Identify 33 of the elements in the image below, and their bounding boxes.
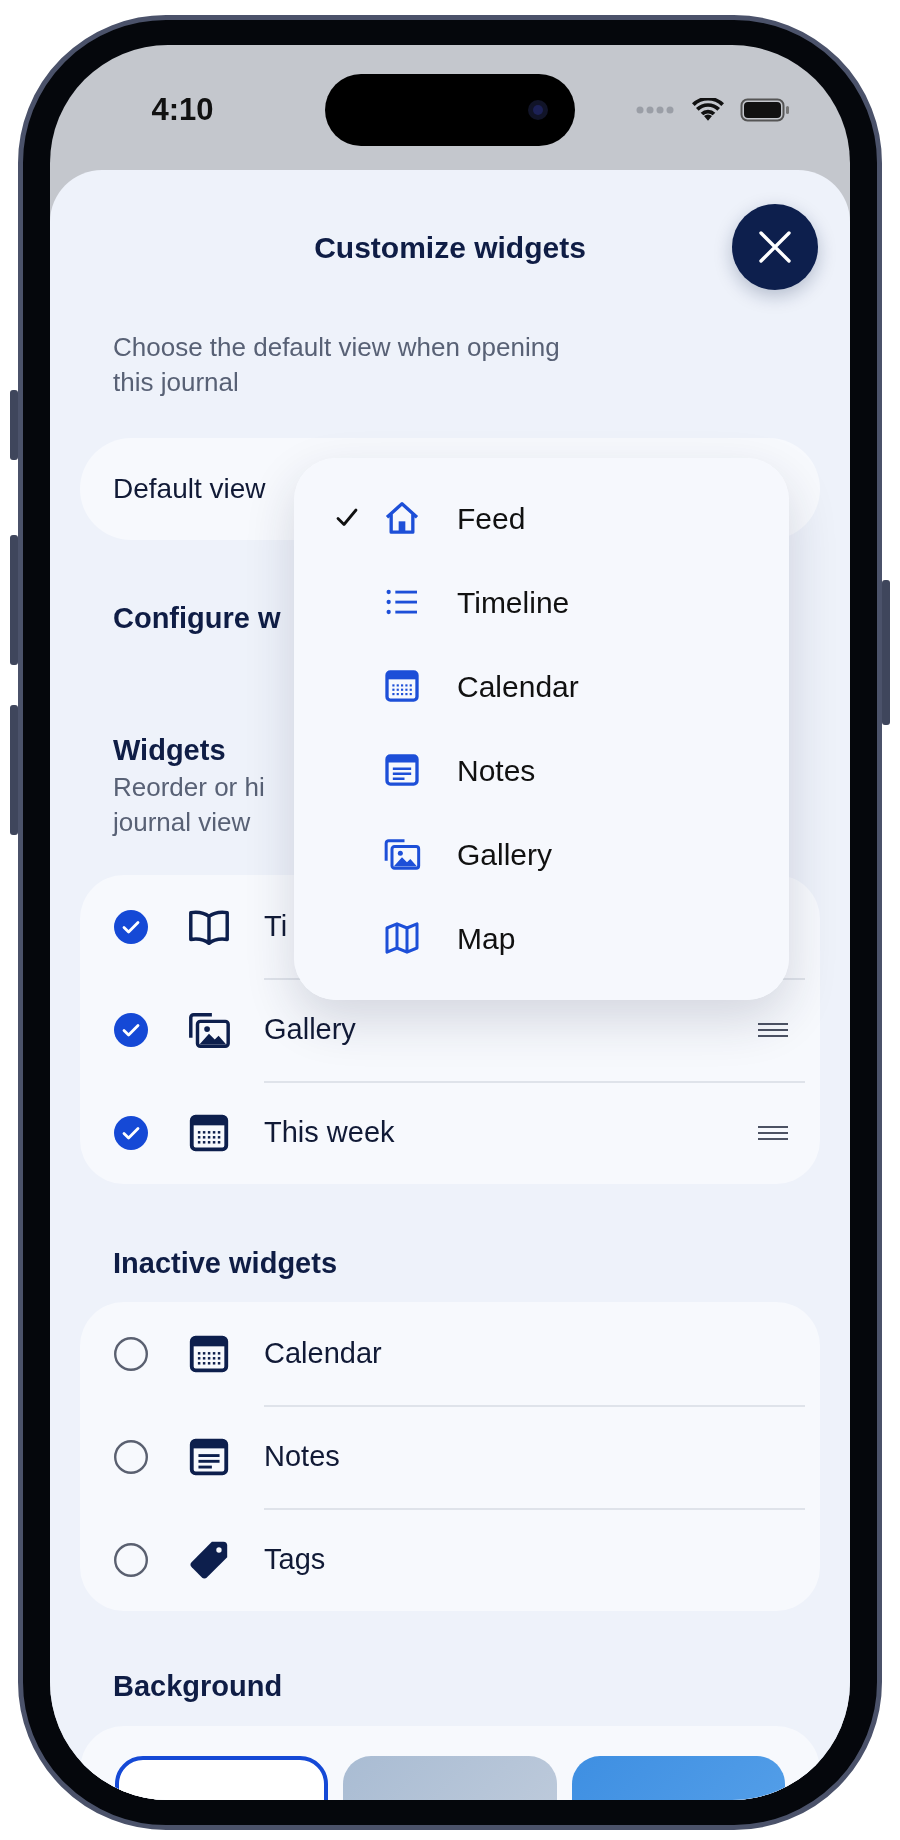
widget-label: This week [264,1114,395,1150]
description-text: journal view [113,806,251,839]
battery-icon [739,98,790,122]
menu-item[interactable]: Notes [294,728,789,812]
description-text: Reorder or hi [113,771,265,804]
widget-label: Calendar [264,1335,382,1371]
menu-item[interactable]: Timeline [294,560,789,644]
widget-label: Gallery [264,1011,356,1047]
checkbox[interactable] [114,1115,148,1150]
checkbox[interactable] [114,1012,148,1047]
close-button[interactable] [732,204,818,290]
menu-item[interactable]: Feed [294,476,789,560]
section-heading: Background [113,1669,283,1704]
signal-icon [635,106,676,114]
menu-item[interactable]: Gallery [294,812,789,896]
menu-item[interactable]: Calendar [294,644,789,728]
checkbox[interactable] [114,909,148,944]
widget-label: Tags [264,1541,326,1577]
menu-item[interactable]: Map [294,896,789,980]
description-text: Choose the default view when opening this journal [113,331,561,399]
close-icon [758,230,792,264]
checkbox[interactable] [114,1336,148,1371]
section-heading: Inactive widgets [113,1246,337,1281]
checkbox[interactable] [114,1439,148,1474]
wifi-icon [691,98,724,122]
widget-label: Notes [264,1438,340,1474]
status-time: 4:10 [150,90,215,129]
checkbox[interactable] [114,1542,148,1577]
camera-icon [527,99,549,121]
section-heading: Configure w [113,601,281,636]
section-heading: Widgets [113,733,226,768]
sheet-title: Customize widgets [314,229,586,266]
widget-label: Ti [264,908,288,944]
